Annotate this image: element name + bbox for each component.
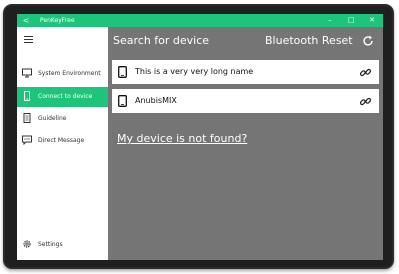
page-title: Search for device [113,34,210,47]
device-list-item[interactable]: This is a very very long name [112,60,379,84]
sidebar: System Environment Connect to device Gui… [17,27,108,260]
sidebar-item-system-environment[interactable]: System Environment [17,64,108,84]
title-bar: < PenKeyFree – □ ✕ [17,14,383,27]
link-icon[interactable] [359,95,372,108]
monitor-icon [22,68,32,78]
refresh-icon[interactable] [362,35,374,47]
document-icon [23,113,31,123]
hamburger-menu-icon[interactable] [24,36,35,44]
tablet-frame: < PenKeyFree – □ ✕ System Environment Co… [0,0,399,274]
main-panel: Search for device Bluetooth Reset This i… [108,27,383,260]
sidebar-item-direct-message[interactable]: Direct Message [17,131,108,151]
sidebar-item-guideline[interactable]: Guideline [17,109,108,129]
device-not-found-link[interactable]: My device is not found? [117,131,247,147]
back-button[interactable]: < [19,14,33,27]
sidebar-item-label: Direct Message [38,137,85,144]
phone-icon [118,66,127,78]
sidebar-item-label: Guideline [38,115,67,122]
minimize-button[interactable]: – [323,14,337,27]
chat-icon [22,135,32,145]
sidebar-item-label: System Environment [38,70,101,77]
device-name: AnubisMIX [135,96,177,105]
maximize-button[interactable]: □ [344,14,358,27]
device-name: This is a very very long name [135,67,254,76]
sidebar-item-label: Settings [38,241,63,248]
sidebar-item-label: Connect to device [38,93,93,100]
device-list-item[interactable]: AnubisMIX [112,89,379,113]
sidebar-item-settings[interactable]: Settings [17,235,108,255]
close-button[interactable]: ✕ [365,14,379,27]
gear-icon [23,240,31,248]
bluetooth-reset-button[interactable]: Bluetooth Reset [265,33,353,48]
phone-icon [24,91,30,101]
app-window: < PenKeyFree – □ ✕ System Environment Co… [17,14,383,260]
app-title: PenKeyFree [40,17,75,24]
link-icon[interactable] [359,66,372,79]
sidebar-item-connect-to-device[interactable]: Connect to device [17,87,108,107]
phone-icon [118,95,127,107]
